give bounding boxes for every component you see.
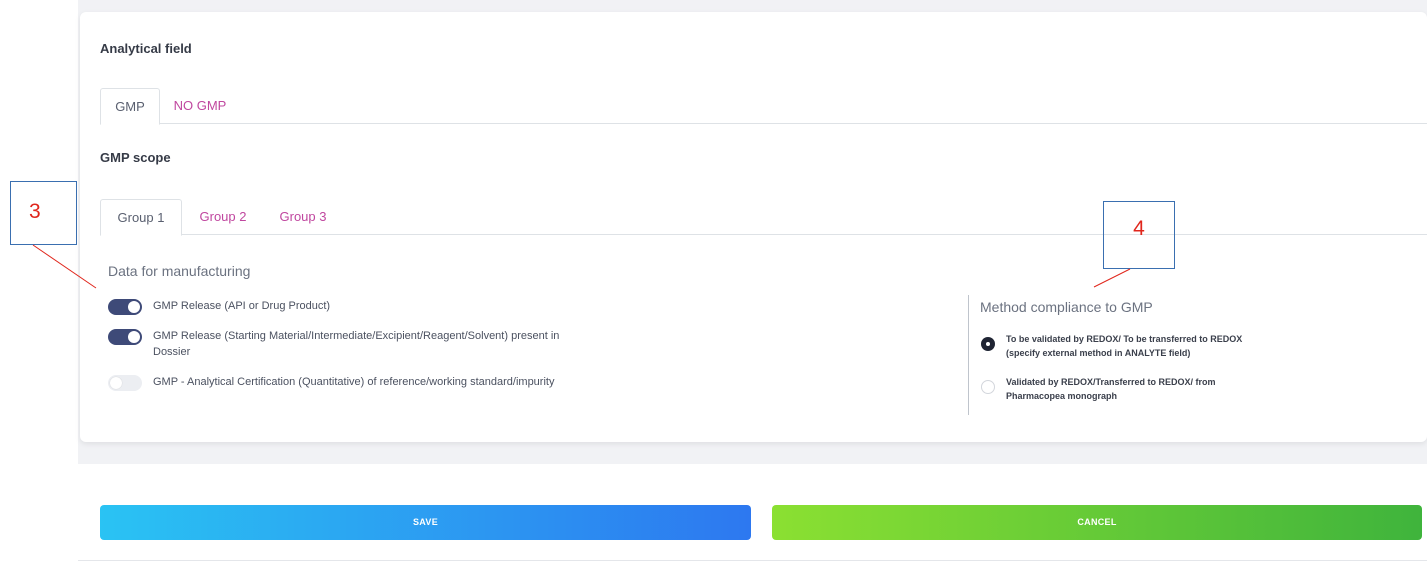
gmp-release-starting-material-toggle[interactable] [108, 329, 142, 345]
compliance-section-title: Method compliance to GMP [980, 299, 1153, 315]
gmp-release-api-toggle[interactable] [108, 299, 142, 315]
radio-label: Validated by REDOX/Transferred to REDOX/… [1006, 377, 1216, 401]
tab-group-2[interactable]: Group 2 [190, 199, 256, 234]
toggle-knob [128, 331, 140, 343]
toggle-label: GMP Release (API or Drug Product) [153, 300, 331, 312]
toggle-knob [110, 377, 122, 389]
annotation-box-3: 3 [10, 181, 77, 245]
cancel-button[interactable]: CANCEL [772, 505, 1422, 540]
save-button[interactable]: SAVE [100, 505, 751, 540]
toggle-knob [128, 301, 140, 313]
tabbar-divider [100, 123, 1427, 124]
to-be-validated-radio[interactable] [981, 337, 995, 351]
tab-group-3[interactable]: Group 3 [270, 199, 336, 234]
main-tabbar: GMP NO GMP [100, 88, 1427, 125]
toggle-label: GMP - Analytical Certification (Quantita… [153, 376, 555, 388]
vertical-divider [968, 295, 969, 415]
toggle-label: GMP Release (Starting Material/Intermedi… [153, 330, 560, 358]
bottom-divider [78, 560, 1427, 561]
annotation-box-4: 4 [1103, 201, 1175, 269]
card-title: Analytical field [100, 41, 192, 56]
tabbar-divider [100, 234, 1427, 235]
manufacturing-section-title: Data for manufacturing [108, 263, 251, 279]
gmp-scope-title: GMP scope [100, 150, 171, 165]
tab-gmp[interactable]: GMP [100, 88, 160, 125]
group-tabbar: Group 1 Group 2 Group 3 [100, 199, 1427, 236]
validated-radio[interactable] [981, 380, 995, 394]
analytical-certification-toggle[interactable] [108, 375, 142, 391]
tab-no-gmp[interactable]: NO GMP [168, 88, 232, 123]
radio-label: To be validated by REDOX/ To be transfer… [1006, 334, 1243, 358]
tab-group-1[interactable]: Group 1 [100, 199, 182, 236]
